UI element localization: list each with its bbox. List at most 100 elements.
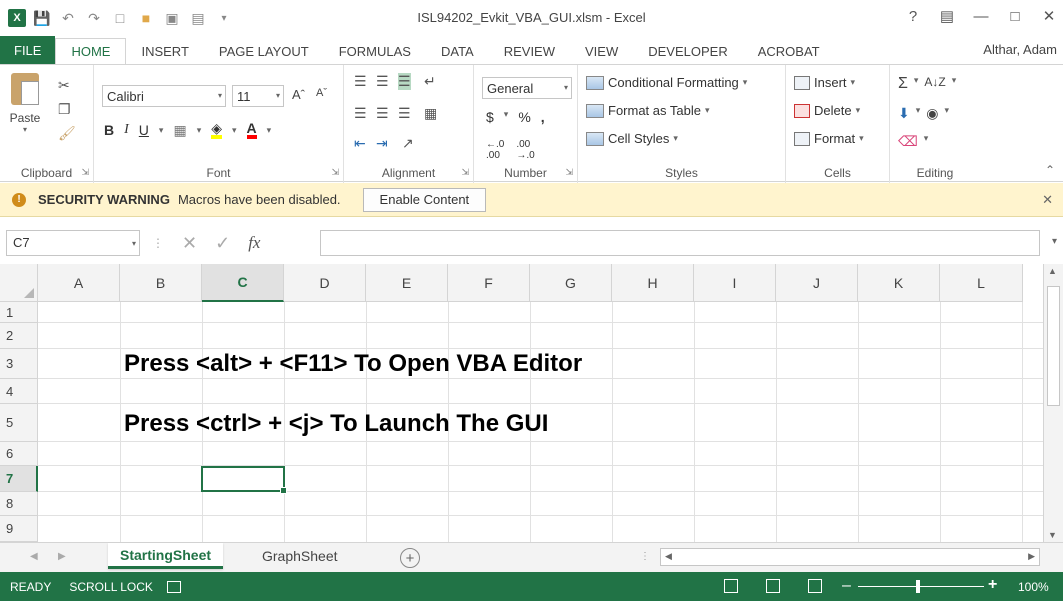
column-header-e[interactable]: E bbox=[366, 264, 448, 302]
align-left-icon[interactable]: ☰ bbox=[354, 105, 367, 122]
page-layout-view-icon[interactable] bbox=[766, 579, 780, 593]
align-right-icon[interactable]: ☰ bbox=[398, 105, 411, 122]
tab-insert[interactable]: INSERT bbox=[126, 38, 203, 64]
autosum-icon[interactable]: Σ bbox=[898, 75, 908, 93]
row-header-6[interactable]: 6 bbox=[0, 442, 38, 466]
vertical-scroll-thumb[interactable] bbox=[1047, 286, 1060, 406]
clear-dropdown-icon[interactable]: ▾ bbox=[924, 133, 929, 150]
find-dropdown-icon[interactable]: ▾ bbox=[944, 105, 949, 122]
row-header-2[interactable]: 2 bbox=[0, 323, 38, 349]
insert-function-button[interactable]: fx bbox=[248, 233, 260, 253]
paste-button[interactable]: Paste ▾ bbox=[6, 73, 44, 153]
row-header-1[interactable]: 1 bbox=[0, 302, 38, 323]
currency-dropdown-icon[interactable]: ▾ bbox=[504, 109, 509, 125]
tab-data[interactable]: DATA bbox=[426, 38, 489, 64]
worksheet-grid[interactable]: A B C D E F G H I J K L 1 2 3 4 5 6 7 8 … bbox=[0, 264, 1063, 542]
cell-styles-button[interactable]: Cell Styles ▾ bbox=[586, 131, 678, 146]
decrease-font-icon[interactable]: Aˇ bbox=[316, 87, 327, 99]
sort-filter-icon[interactable]: A↓Z bbox=[924, 75, 945, 93]
horizontal-scrollbar[interactable]: ◀ ▶ bbox=[660, 548, 1040, 566]
redo-icon[interactable]: ↷ bbox=[84, 8, 104, 28]
column-header-b[interactable]: B bbox=[120, 264, 202, 302]
row-header-3[interactable]: 3 bbox=[0, 349, 38, 379]
column-header-a[interactable]: A bbox=[38, 264, 120, 302]
expand-formula-bar-icon[interactable]: ▾ bbox=[1052, 236, 1057, 247]
orientation-icon[interactable]: ↗ bbox=[402, 135, 414, 152]
column-header-k[interactable]: K bbox=[858, 264, 940, 302]
fill-icon[interactable]: ⬇ bbox=[898, 105, 910, 122]
row-header-8[interactable]: 8 bbox=[0, 492, 38, 516]
tab-split-grip-icon[interactable]: ⋮ bbox=[640, 551, 650, 562]
new-document-icon[interactable]: □ bbox=[110, 8, 130, 28]
enable-content-button[interactable]: Enable Content bbox=[362, 187, 487, 212]
maximize-icon[interactable]: □ bbox=[1005, 6, 1025, 26]
autosum-dropdown-icon[interactable]: ▾ bbox=[914, 75, 919, 93]
row-header-5[interactable]: 5 bbox=[0, 404, 38, 442]
zoom-slider[interactable] bbox=[858, 586, 984, 587]
underline-button[interactable]: U bbox=[139, 122, 149, 138]
find-select-icon[interactable]: ◉ bbox=[926, 105, 938, 122]
tab-file[interactable]: FILE bbox=[0, 36, 56, 64]
delete-cells-button[interactable]: Delete ▾ bbox=[794, 103, 860, 118]
column-header-d[interactable]: D bbox=[284, 264, 366, 302]
prev-sheet-icon[interactable]: ◀ bbox=[30, 551, 38, 562]
column-header-h[interactable]: H bbox=[612, 264, 694, 302]
network-icon[interactable]: ▣ bbox=[162, 8, 182, 28]
sheet-tab-graphsheet[interactable]: GraphSheet bbox=[250, 543, 350, 569]
user-account[interactable]: Althar, Adam bbox=[983, 42, 1057, 57]
wrap-text-icon[interactable]: ↵ bbox=[424, 73, 436, 90]
macro-record-icon[interactable] bbox=[166, 580, 181, 593]
sheet-tab-startingsheet[interactable]: StartingSheet bbox=[108, 543, 224, 569]
font-color-dropdown-icon[interactable]: ▾ bbox=[267, 125, 272, 136]
tab-home[interactable]: HOME bbox=[55, 38, 127, 64]
cut-icon[interactable]: ✂ bbox=[58, 77, 70, 94]
zoom-out-icon[interactable]: – bbox=[842, 577, 851, 595]
align-top-icon[interactable]: ☰ bbox=[354, 73, 367, 90]
undo-icon[interactable]: ↶ bbox=[58, 8, 78, 28]
currency-button[interactable]: $ bbox=[486, 109, 494, 125]
fill-dropdown-icon[interactable]: ▾ bbox=[916, 105, 921, 122]
tab-view[interactable]: VIEW bbox=[570, 38, 633, 64]
confirm-entry-icon[interactable]: ✓ bbox=[215, 233, 230, 254]
fill-dropdown-icon[interactable]: ▾ bbox=[232, 125, 237, 136]
italic-button[interactable]: I bbox=[124, 122, 129, 138]
clear-icon[interactable]: ⌫ bbox=[898, 133, 918, 150]
help-button[interactable]: ? bbox=[903, 6, 923, 26]
zoom-level[interactable]: 100% bbox=[1018, 580, 1049, 594]
font-launcher-icon[interactable]: ⇲ bbox=[331, 167, 339, 178]
increase-decimal-icon[interactable]: ←.0.00 bbox=[486, 139, 504, 161]
alignment-launcher-icon[interactable]: ⇲ bbox=[461, 167, 469, 178]
column-header-l[interactable]: L bbox=[940, 264, 1023, 302]
normal-view-icon[interactable] bbox=[724, 579, 738, 593]
page-break-view-icon[interactable] bbox=[808, 579, 822, 593]
column-header-i[interactable]: I bbox=[694, 264, 776, 302]
tab-acrobat[interactable]: ACROBAT bbox=[743, 38, 835, 64]
tab-formulas[interactable]: FORMULAS bbox=[324, 38, 426, 64]
format-painter-icon[interactable]: 🖌 bbox=[58, 125, 76, 142]
scroll-up-icon[interactable]: ▲ bbox=[1048, 266, 1057, 276]
column-header-c[interactable]: C bbox=[202, 264, 284, 302]
borders-icon[interactable]: ▦ bbox=[173, 122, 186, 139]
scroll-right-icon[interactable]: ▶ bbox=[1028, 551, 1035, 562]
insert-cells-button[interactable]: Insert ▾ bbox=[794, 75, 855, 90]
align-middle-icon[interactable]: ☰ bbox=[376, 73, 389, 90]
format-cells-button[interactable]: Format ▾ bbox=[794, 131, 864, 146]
align-center-icon[interactable]: ☰ bbox=[376, 105, 389, 122]
name-box[interactable]: C7 ▾ bbox=[6, 230, 140, 256]
select-all-button[interactable] bbox=[0, 264, 38, 302]
clipboard-launcher-icon[interactable]: ⇲ bbox=[81, 167, 89, 178]
column-header-f[interactable]: F bbox=[448, 264, 530, 302]
copy-icon[interactable]: ❐ bbox=[58, 101, 71, 118]
formula-bar-grip-icon[interactable]: ⋮ bbox=[152, 236, 164, 250]
font-name-select[interactable]: Calibri ▾ bbox=[102, 85, 226, 107]
font-size-select[interactable]: 11 ▾ bbox=[232, 85, 284, 107]
decrease-decimal-icon[interactable]: .00 →.0 bbox=[516, 139, 534, 161]
decrease-indent-icon[interactable]: ⇤ bbox=[354, 135, 366, 152]
tab-developer[interactable]: DEVELOPER bbox=[633, 38, 742, 64]
align-bottom-icon[interactable]: ☰ bbox=[398, 73, 411, 90]
minimize-icon[interactable]: — bbox=[971, 6, 991, 26]
close-icon[interactable]: ✕ bbox=[1039, 6, 1059, 26]
vertical-scrollbar[interactable]: ▲ ▼ bbox=[1043, 264, 1063, 542]
active-cell-c7[interactable] bbox=[201, 466, 287, 494]
merge-center-icon[interactable]: ▦ bbox=[424, 105, 437, 122]
